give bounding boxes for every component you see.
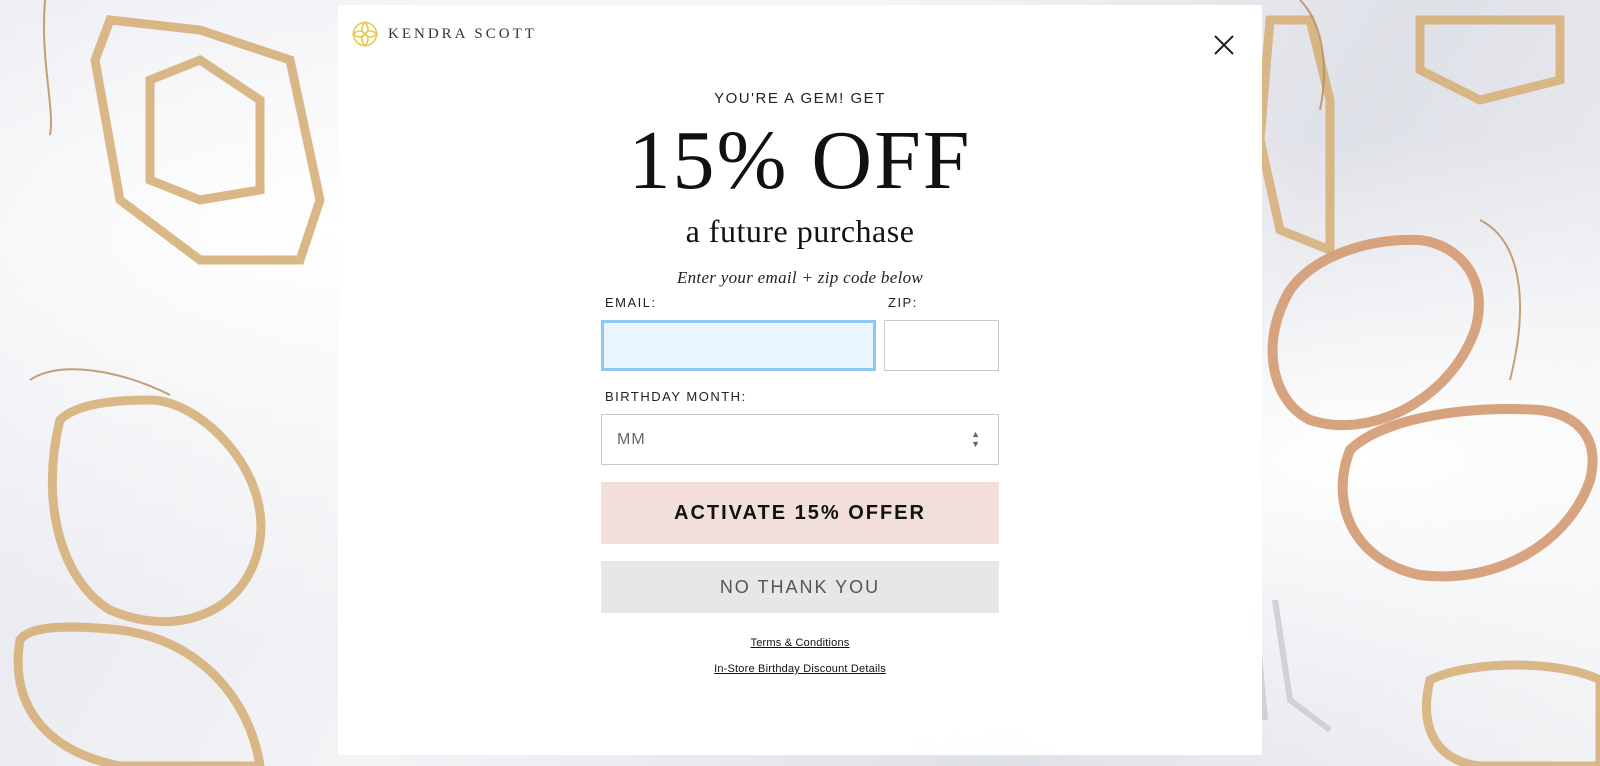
signup-form: EMAIL: ZIP: BIRTHDAY MONTH: MM ▲ ▼ ACTIVA… — [601, 295, 999, 675]
offer-kicker: YOU'RE A GEM! GET — [714, 90, 886, 107]
activate-offer-button[interactable]: ACTIVATE 15% OFFER — [601, 482, 999, 544]
footer-links: Terms & Conditions In-Store Birthday Dis… — [601, 637, 999, 675]
email-label: EMAIL: — [605, 295, 657, 310]
no-thank-you-button[interactable]: NO THANK YOU — [601, 561, 999, 613]
terms-link[interactable]: Terms & Conditions — [751, 637, 850, 649]
zip-input[interactable] — [884, 320, 999, 371]
zip-group: ZIP: — [884, 295, 999, 371]
zip-label: ZIP: — [888, 295, 918, 310]
offer-content: YOU'RE A GEM! GET 15% OFF a future purch… — [338, 5, 1262, 288]
birthday-month-select[interactable]: MM ▲ ▼ — [601, 414, 999, 465]
birthday-details-link[interactable]: In-Store Birthday Discount Details — [714, 663, 886, 675]
offer-modal: KENDRA SCOTT YOU'RE A GEM! GET 15% OFF a… — [338, 5, 1262, 755]
email-zip-row: EMAIL: ZIP: — [601, 295, 999, 371]
email-input[interactable] — [601, 320, 876, 371]
offer-headline: 15% OFF — [628, 114, 972, 207]
offer-instructions: Enter your email + zip code below — [676, 268, 924, 287]
birthday-month-label: BIRTHDAY MONTH: — [605, 389, 747, 404]
select-arrows-icon: ▲ ▼ — [971, 429, 980, 449]
email-group: EMAIL: — [601, 295, 876, 371]
birthday-month-value: MM — [617, 430, 646, 448]
offer-subhead: a future purchase — [685, 213, 915, 249]
